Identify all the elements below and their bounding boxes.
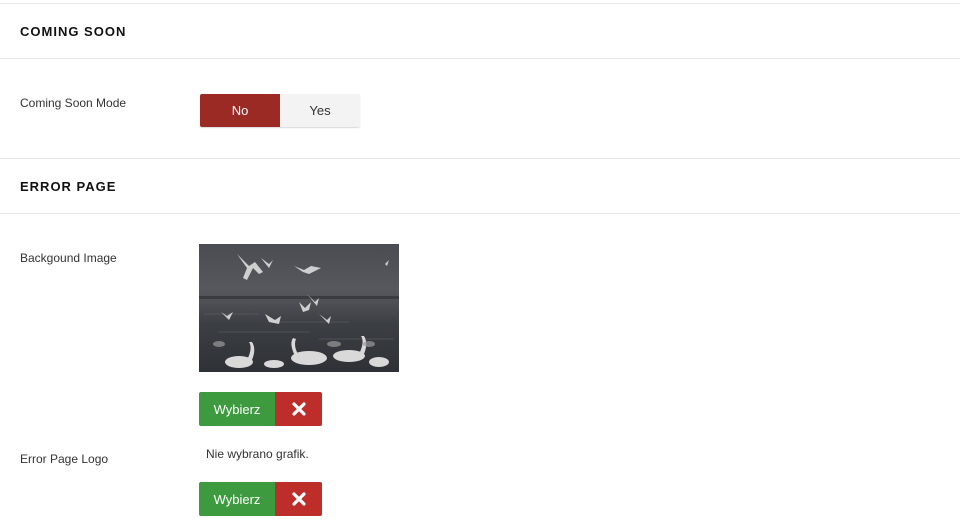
coming-soon-section-title: COMING SOON [20, 24, 127, 39]
coming-soon-mode-toggle: No Yes [200, 94, 360, 127]
error-page-logo-label: Error Page Logo [20, 452, 109, 466]
coming-soon-divider [0, 58, 960, 59]
top-divider [0, 3, 960, 4]
close-icon [291, 402, 306, 416]
toggle-yes-button[interactable]: Yes [280, 94, 360, 127]
background-image-select-button[interactable]: Wybierz [199, 392, 275, 426]
background-image-controls: Wybierz [199, 392, 322, 426]
settings-page: COMING SOON Coming Soon Mode No Yes ERRO… [0, 0, 960, 521]
error-page-logo-controls: Wybierz [199, 482, 322, 516]
error-page-logo-clear-button[interactable] [275, 482, 322, 516]
error-page-section-title: ERROR PAGE [20, 179, 117, 194]
toggle-no-button[interactable]: No [200, 94, 280, 127]
close-icon [291, 492, 306, 506]
background-image-label: Backgound Image [20, 251, 117, 265]
coming-soon-mode-label: Coming Soon Mode [20, 96, 127, 110]
error-page-divider [0, 213, 960, 214]
background-image-clear-button[interactable] [275, 392, 322, 426]
background-image-preview [199, 244, 399, 372]
section-divider [0, 158, 960, 159]
no-image-selected-text: Nie wybrano grafik. [206, 447, 309, 461]
error-page-logo-select-button[interactable]: Wybierz [199, 482, 275, 516]
